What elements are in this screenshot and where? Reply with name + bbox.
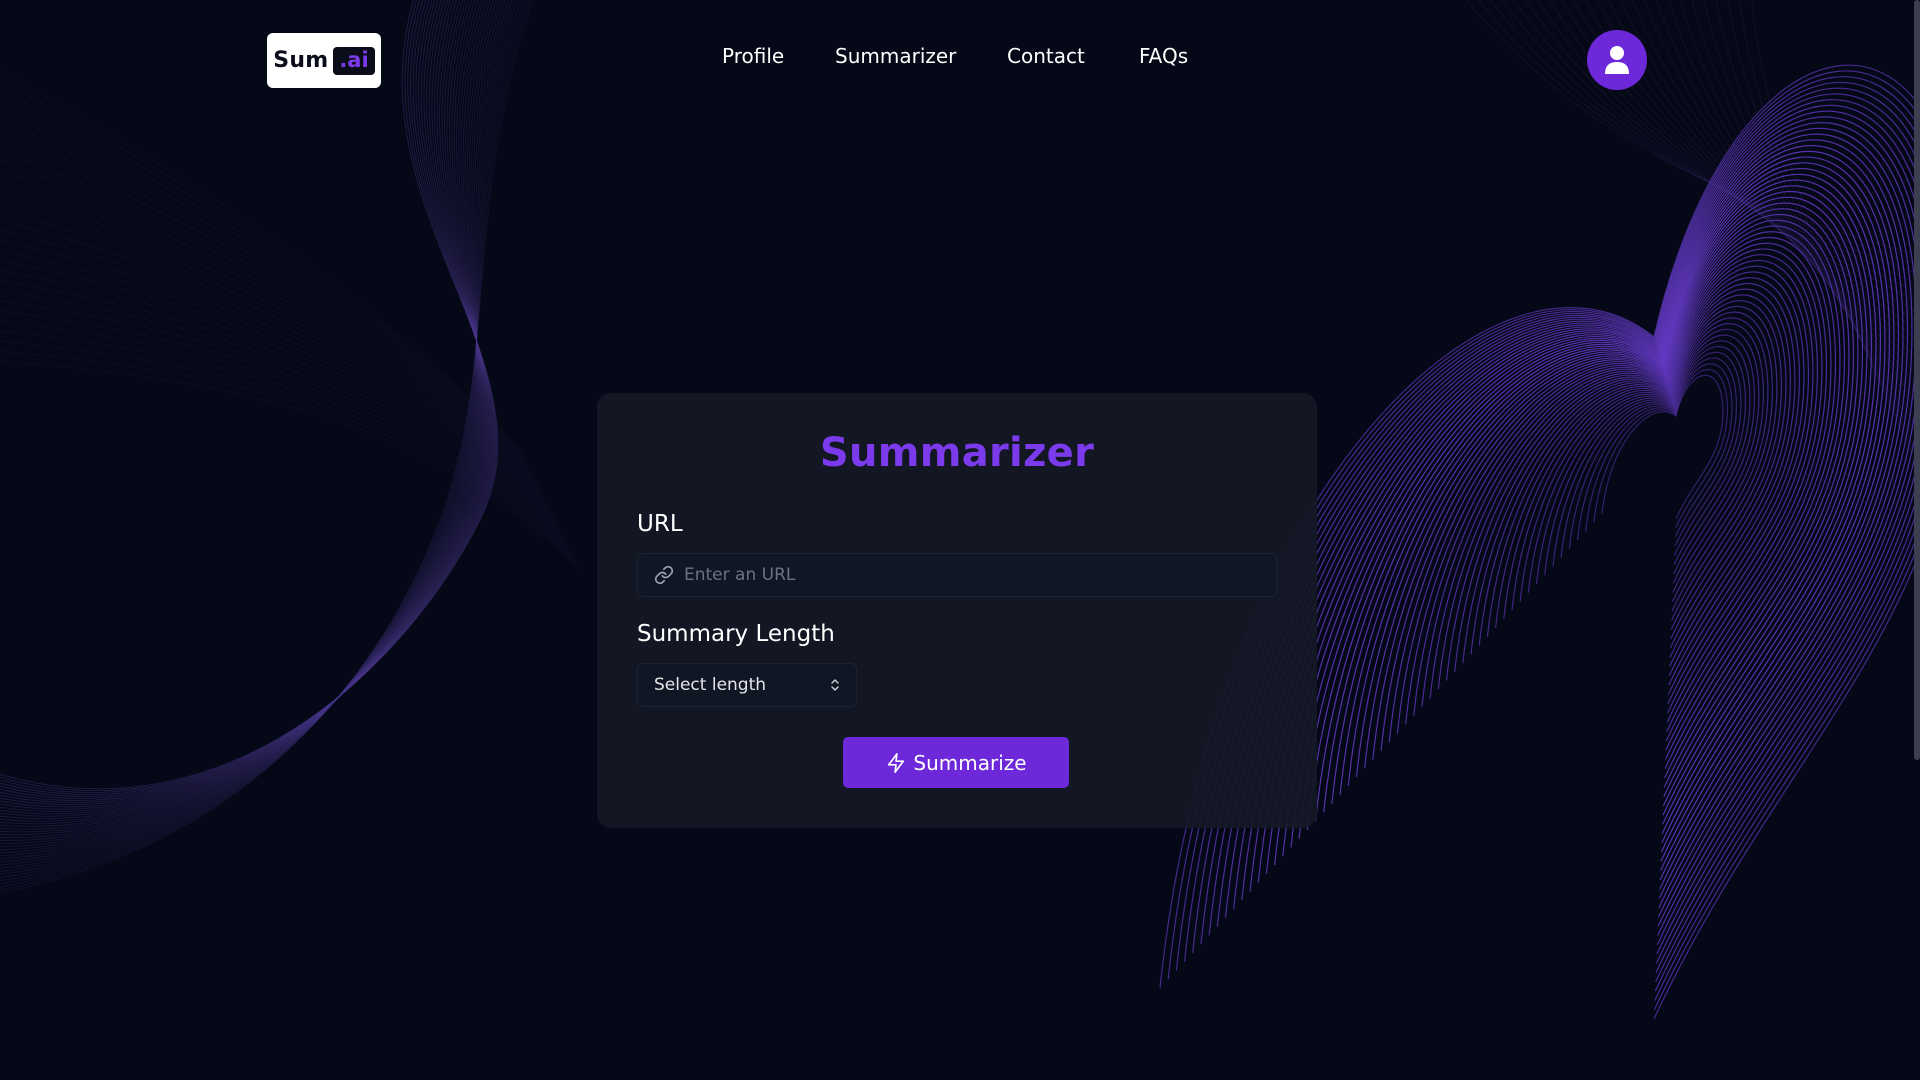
page: Sum .ai Profile Summarizer Contact FAQs … — [0, 0, 1920, 1080]
nav-faqs[interactable]: FAQs — [1139, 44, 1188, 68]
link-icon — [654, 565, 674, 585]
select-value: Select length — [654, 675, 767, 695]
url-label: URL — [637, 511, 683, 537]
summary-length-select[interactable]: Select length — [637, 663, 857, 707]
user-avatar-button[interactable] — [1587, 30, 1647, 90]
url-field[interactable] — [637, 553, 1277, 597]
summary-length-label: Summary Length — [637, 621, 835, 647]
summarize-button-label: Summarize — [913, 750, 1027, 775]
scrollbar[interactable] — [1914, 0, 1920, 760]
nav-contact[interactable]: Contact — [1007, 44, 1085, 68]
nav-summarizer[interactable]: Summarizer — [835, 44, 956, 68]
chevron-up-down-icon — [830, 677, 840, 693]
user-icon — [1605, 46, 1629, 74]
url-input[interactable] — [682, 564, 1276, 586]
summarizer-card: Summarizer URL Summary Length Select len… — [597, 393, 1317, 828]
card-title: Summarizer — [819, 430, 1095, 476]
summarize-button[interactable]: Summarize — [843, 737, 1069, 788]
bolt-icon — [885, 751, 907, 775]
nav-profile[interactable]: Profile — [722, 44, 784, 68]
